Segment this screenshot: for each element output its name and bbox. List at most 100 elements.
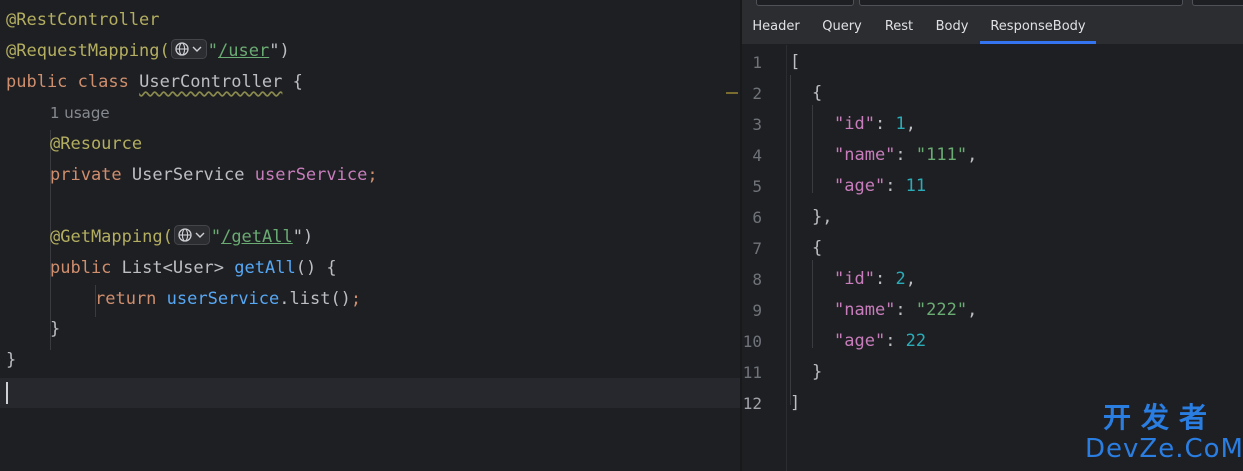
class-name[interactable]: UserController: [139, 72, 282, 92]
json-number: 22: [905, 331, 927, 351]
json-line: [: [790, 47, 800, 78]
json-number: 1: [895, 114, 906, 134]
json-key: "id": [834, 114, 875, 134]
json-key: "age": [834, 331, 886, 351]
method-signature-rest: () {: [295, 258, 337, 278]
indent-guide: [812, 260, 813, 348]
code-line-3: public class UserController {: [6, 67, 303, 98]
code-editor[interactable]: @RestController @RequestMapping("/user")…: [0, 0, 741, 471]
brace-close: }: [6, 350, 17, 370]
json-line: "age": 22: [834, 331, 927, 351]
tab-body[interactable]: Body: [930, 12, 974, 42]
brace-close: }: [50, 319, 61, 339]
json-brace: {: [812, 238, 823, 258]
code-line-2: @RequestMapping("/user"): [6, 36, 290, 67]
annotation-rest-controller: @RestController: [6, 10, 160, 30]
code-line-9: public List<User> getAll() {: [50, 253, 337, 284]
line-number: 10: [742, 332, 762, 351]
json-key: "age": [834, 176, 886, 196]
line-number: 3: [752, 115, 762, 134]
json-number: 11: [905, 176, 927, 196]
json-number: 2: [895, 269, 906, 289]
request-path-link[interactable]: /getAll: [221, 227, 293, 247]
line-number: 5: [752, 177, 762, 196]
json-line: ]: [790, 388, 800, 419]
code-line-1: @RestController: [6, 5, 160, 36]
semicolon: ;: [350, 289, 362, 309]
tab-query[interactable]: Query: [816, 12, 868, 42]
line-number: 4: [752, 146, 762, 165]
line-number: 1: [752, 53, 762, 72]
json-key: "name": [834, 300, 896, 320]
json-key: "name": [834, 145, 896, 165]
code-line-12: }: [6, 345, 16, 376]
watermark-cn: 开发者: [1102, 401, 1217, 434]
json-line: }: [812, 357, 822, 388]
field-name: userService: [254, 165, 368, 185]
code-line-6: private UserService userService;: [50, 160, 378, 191]
keyword-public: public: [6, 72, 68, 92]
json-brace: }: [812, 362, 823, 382]
keyword-public: public: [50, 258, 112, 278]
code-line-5: @Resource: [50, 129, 142, 160]
url-input[interactable]: [859, 0, 1183, 6]
json-line: {: [812, 78, 822, 109]
json-brace: {: [812, 83, 823, 103]
json-string: "222": [915, 300, 968, 320]
url-globe-chip[interactable]: [173, 225, 210, 245]
json-line: "id": 1,: [834, 114, 916, 134]
code-line-10: return userService.list();: [95, 284, 361, 315]
watermark-en: DevZe.CoM: [1085, 434, 1243, 464]
current-line-highlight: [0, 378, 741, 408]
json-brace: },: [812, 207, 833, 227]
indent-guide: [790, 75, 791, 405]
semicolon: ;: [367, 165, 378, 185]
response-tabbar: Header Query Rest Body ResponseBody: [742, 12, 1243, 45]
annotation-get-mapping: @GetMapping(: [50, 227, 173, 247]
send-button[interactable]: [1192, 0, 1243, 6]
code-line-8: @GetMapping("/getAll"): [50, 222, 313, 253]
line-number: 12: [742, 394, 762, 413]
line-number: 2: [752, 84, 762, 103]
line-number: 6: [752, 208, 762, 227]
json-line: "name": "222",: [834, 300, 978, 320]
json-key: "id": [834, 269, 875, 289]
site-watermark: 开发者 DevZe.CoM: [1085, 401, 1243, 466]
json-bracket: [: [790, 52, 801, 72]
line-number: 8: [752, 270, 762, 289]
tab-header[interactable]: Header: [748, 12, 804, 42]
keyword-private: private: [50, 165, 122, 185]
brace-open: {: [292, 72, 303, 92]
json-line: {: [812, 233, 822, 264]
code-line-11: }: [50, 314, 60, 345]
method-name: getAll: [234, 258, 296, 278]
fold-marker[interactable]: [726, 92, 738, 94]
string-quote: ": [207, 41, 219, 61]
text-caret: [6, 382, 8, 404]
line-number: 7: [752, 239, 762, 258]
string-quote: ": [210, 227, 222, 247]
top-toolbar-strip: [742, 0, 1243, 8]
json-bracket: ]: [790, 393, 801, 413]
code-line-4: 1 usage: [50, 98, 110, 129]
request-path-link[interactable]: /user: [218, 41, 269, 61]
tab-rest[interactable]: Rest: [880, 12, 918, 42]
url-globe-chip[interactable]: [170, 39, 207, 59]
tab-response-body[interactable]: ResponseBody: [980, 12, 1096, 44]
json-line: "name": "111",: [834, 145, 978, 165]
json-string: "111": [915, 145, 968, 165]
json-line: },: [812, 202, 832, 233]
return-type: List<User>: [121, 258, 225, 278]
keyword-class: class: [77, 72, 129, 92]
paren-close: "): [269, 41, 290, 61]
usage-hint[interactable]: 1 usage: [50, 104, 110, 122]
keyword-return: return: [95, 289, 157, 309]
method-select[interactable]: [756, 0, 854, 6]
json-line: "age": 11: [834, 176, 927, 196]
type-name: UserService: [131, 165, 245, 185]
gutter-separator: [786, 45, 787, 471]
line-number: 11: [742, 363, 762, 382]
annotation-resource: @Resource: [50, 134, 143, 154]
line-number: 9: [752, 301, 762, 320]
indent-guide: [812, 105, 813, 193]
